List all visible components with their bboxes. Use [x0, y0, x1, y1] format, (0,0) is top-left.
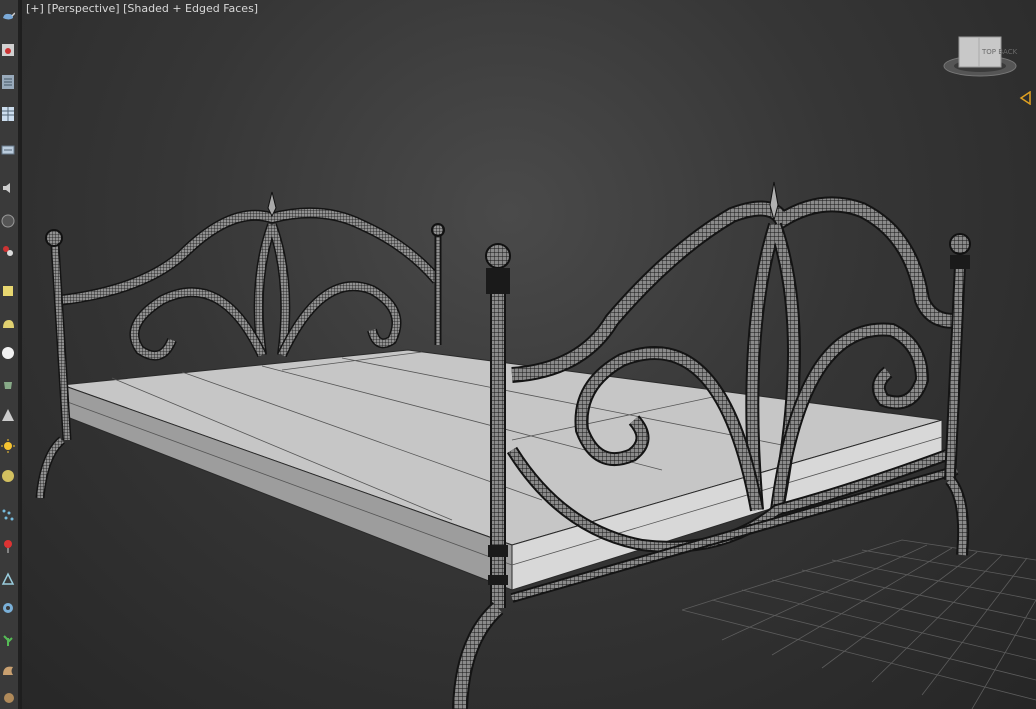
back-left-post — [35, 229, 72, 499]
front-right-post — [944, 233, 971, 556]
lens-icon[interactable] — [0, 466, 16, 486]
viewport-point-of-view[interactable]: [Perspective] — [47, 2, 119, 15]
viewport-shading-mode[interactable]: [Shaded + Edged Faces] — [123, 2, 258, 15]
cone-icon[interactable] — [0, 405, 16, 425]
shell-icon[interactable] — [0, 660, 16, 680]
perspective-viewport[interactable]: [+] [Perspective] [Shaded + Edged Faces]… — [22, 0, 1036, 709]
back-right-post — [431, 223, 445, 345]
pin-icon[interactable] — [0, 536, 16, 556]
plant-icon[interactable] — [0, 630, 16, 650]
cluster-icon[interactable] — [0, 241, 16, 261]
viewport-label: [+] [Perspective] [Shaded + Edged Faces] — [26, 2, 258, 15]
speaker-icon[interactable] — [0, 178, 16, 198]
snail-icon[interactable] — [0, 688, 16, 708]
box-icon[interactable] — [0, 281, 16, 301]
particles-icon[interactable] — [0, 505, 16, 525]
viewcube[interactable]: TOP BACK — [942, 34, 1020, 80]
viewport-edge-marker-icon[interactable] — [1018, 90, 1032, 106]
globe-icon[interactable] — [0, 343, 16, 363]
capsule-icon[interactable] — [0, 314, 16, 334]
gear-icon[interactable] — [0, 598, 16, 618]
table-icon[interactable] — [0, 104, 16, 124]
viewport-menu-plus[interactable]: [+] — [26, 2, 44, 15]
render-frame-icon[interactable] — [0, 40, 16, 60]
panel-icon[interactable] — [0, 140, 16, 160]
layer-list-icon[interactable] — [0, 72, 16, 92]
scene-canvas[interactable] — [22, 0, 1036, 709]
sphere-icon[interactable] — [0, 211, 16, 231]
sun-icon[interactable] — [0, 436, 16, 456]
back-headboard — [61, 191, 442, 361]
teapot-icon[interactable] — [0, 6, 16, 26]
pot-icon[interactable] — [0, 374, 16, 394]
left-toolbar — [0, 0, 20, 709]
floor-grid — [681, 539, 1036, 709]
compass-icon[interactable] — [0, 569, 16, 589]
viewcube-face-label: TOP BACK — [982, 48, 1018, 56]
